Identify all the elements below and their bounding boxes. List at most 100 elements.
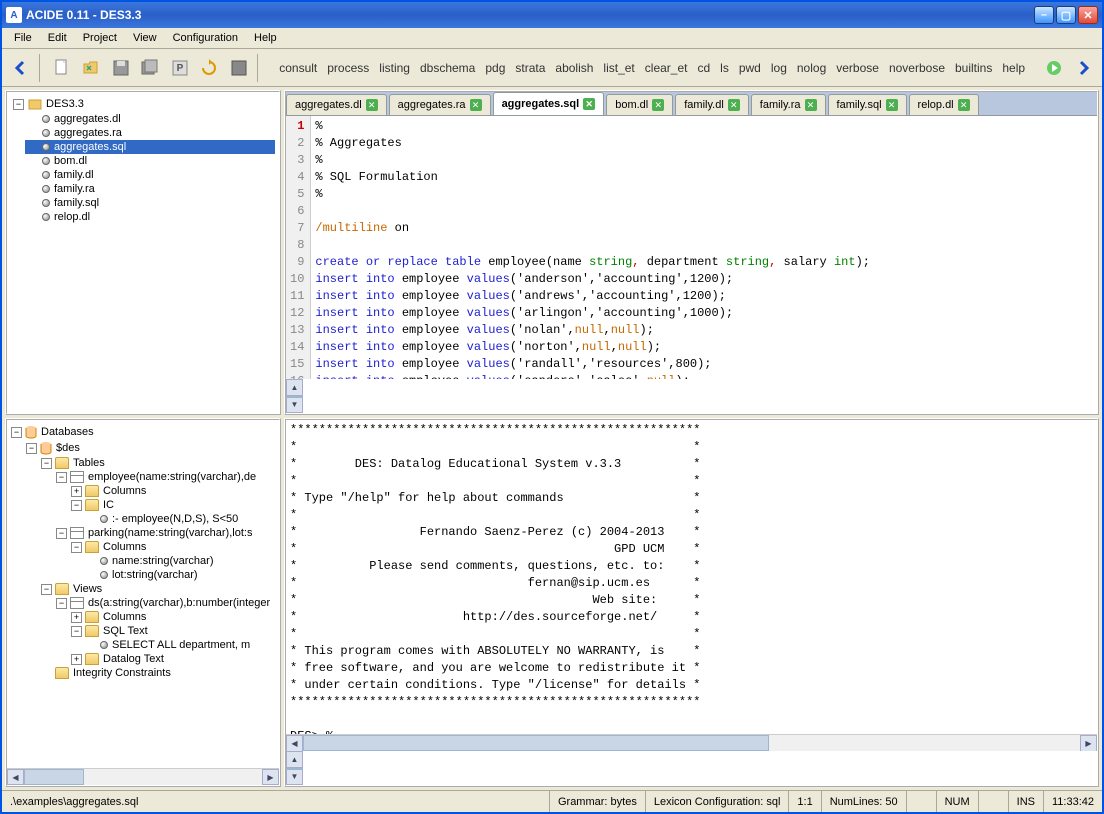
db-tree-node[interactable]: :- employee(N,D,S), S<50	[86, 512, 275, 526]
tab-close-icon[interactable]: ✕	[652, 99, 664, 111]
db-tree-node[interactable]: −employee(name:string(varchar),de	[56, 470, 275, 484]
console-h-scrollbar[interactable]: ◀ ▶	[286, 734, 1097, 751]
db-tree-node[interactable]: −Views	[41, 582, 275, 596]
tab-close-icon[interactable]: ✕	[583, 98, 595, 110]
collapse-icon[interactable]: −	[71, 542, 82, 553]
project-file[interactable]: family.sql	[25, 196, 275, 210]
db-tree-node[interactable]: lot:string(varchar)	[86, 568, 275, 582]
db-tree-node[interactable]: Integrity Constraints	[41, 666, 275, 680]
db-tree-node[interactable]: +Datalog Text	[71, 652, 275, 666]
editor-tab[interactable]: family.sql✕	[828, 94, 907, 115]
db-tree-node[interactable]: −Databases	[11, 424, 275, 440]
tab-close-icon[interactable]: ✕	[958, 99, 970, 111]
tab-close-icon[interactable]: ✕	[470, 99, 482, 111]
collapse-icon[interactable]: −	[26, 443, 37, 454]
db-tree-node[interactable]: SELECT ALL department, m	[86, 638, 275, 652]
menu-help[interactable]: Help	[246, 30, 285, 46]
tab-close-icon[interactable]: ✕	[886, 99, 898, 111]
cmd-strata[interactable]: strata	[511, 59, 549, 77]
db-tree-node[interactable]: −IC	[71, 498, 275, 512]
cmd-clear_et[interactable]: clear_et	[641, 59, 692, 77]
cmd-pdg[interactable]: pdg	[481, 59, 509, 77]
expand-icon[interactable]: +	[71, 654, 82, 665]
db-tree-node[interactable]: +Columns	[71, 484, 275, 498]
cmd-log[interactable]: log	[767, 59, 791, 77]
cmd-abolish[interactable]: abolish	[551, 59, 597, 77]
cmd-verbose[interactable]: verbose	[832, 59, 883, 77]
editor-tab[interactable]: aggregates.dl✕	[286, 94, 387, 115]
scroll-down-icon[interactable]: ▼	[286, 768, 303, 785]
scroll-down-icon[interactable]: ▼	[286, 396, 303, 413]
expand-icon[interactable]: +	[71, 612, 82, 623]
cmd-cd[interactable]: cd	[693, 59, 714, 77]
project-root[interactable]: −DES3.3	[11, 96, 275, 112]
menu-edit[interactable]: Edit	[40, 30, 75, 46]
project-file[interactable]: family.ra	[25, 182, 275, 196]
scroll-left-icon[interactable]: ◀	[7, 769, 24, 785]
db-tree-node[interactable]: −Columns	[71, 540, 275, 554]
collapse-icon[interactable]: −	[41, 584, 52, 595]
db-tree-node[interactable]: −parking(name:string(varchar),lot:s	[56, 526, 275, 540]
menu-file[interactable]: File	[6, 30, 40, 46]
collapse-icon[interactable]: −	[71, 500, 82, 511]
cmd-listing[interactable]: listing	[375, 59, 414, 77]
save-button[interactable]	[108, 54, 133, 82]
project-file[interactable]: relop.dl	[25, 210, 275, 224]
project-file[interactable]: aggregates.ra	[25, 126, 275, 140]
save-project-button[interactable]: P	[167, 54, 192, 82]
cmd-builtins[interactable]: builtins	[951, 59, 996, 77]
db-tree-node[interactable]: −ds(a:string(varchar),b:number(integer	[56, 596, 275, 610]
tab-close-icon[interactable]: ✕	[805, 99, 817, 111]
tab-close-icon[interactable]: ✕	[728, 99, 740, 111]
code-editor[interactable]: 1234567891011121314151617 %% Aggregates%…	[286, 116, 1097, 379]
cmd-process[interactable]: process	[323, 59, 373, 77]
collapse-icon[interactable]: −	[11, 427, 22, 438]
cmd-help[interactable]: help	[998, 59, 1029, 77]
new-file-button[interactable]	[49, 54, 74, 82]
cmd-nolog[interactable]: nolog	[793, 59, 830, 77]
minimize-button[interactable]: –	[1034, 6, 1054, 24]
editor-tab[interactable]: relop.dl✕	[909, 94, 979, 115]
editor-scrollbar[interactable]: ▲ ▼	[286, 379, 303, 413]
db-tree-node[interactable]: −Tables	[41, 456, 275, 470]
cmd-dbschema[interactable]: dbschema	[416, 59, 479, 77]
editor-tab[interactable]: aggregates.ra✕	[389, 94, 491, 115]
db-tree-node[interactable]: −$des	[26, 440, 275, 456]
scroll-right-icon[interactable]: ▶	[262, 769, 279, 785]
back-button[interactable]	[8, 54, 33, 82]
console-output[interactable]: ****************************************…	[286, 420, 1097, 734]
forward-button[interactable]	[1071, 54, 1096, 82]
db-tree-node[interactable]: name:string(varchar)	[86, 554, 275, 568]
cmd-pwd[interactable]: pwd	[735, 59, 765, 77]
cmd-noverbose[interactable]: noverbose	[885, 59, 949, 77]
menu-view[interactable]: View	[125, 30, 165, 46]
editor-tab[interactable]: family.ra✕	[751, 94, 826, 115]
editor-tab[interactable]: aggregates.sql✕	[493, 92, 605, 115]
editor-tab[interactable]: family.dl✕	[675, 94, 749, 115]
project-file[interactable]: family.dl	[25, 168, 275, 182]
collapse-icon[interactable]: −	[56, 528, 67, 539]
console-scrollbar[interactable]: ▲ ▼	[286, 751, 303, 785]
expand-icon[interactable]: +	[71, 486, 82, 497]
cmd-consult[interactable]: consult	[275, 59, 321, 77]
scroll-up-icon[interactable]: ▲	[286, 379, 303, 396]
open-file-button[interactable]	[79, 54, 104, 82]
project-file[interactable]: aggregates.dl	[25, 112, 275, 126]
cmd-list_et[interactable]: list_et	[599, 59, 638, 77]
project-file[interactable]: bom.dl	[25, 154, 275, 168]
stop-button[interactable]	[226, 54, 251, 82]
project-file[interactable]: aggregates.sql	[25, 140, 275, 154]
tab-close-icon[interactable]: ✕	[366, 99, 378, 111]
editor-tab[interactable]: bom.dl✕	[606, 94, 673, 115]
collapse-icon[interactable]: −	[56, 472, 67, 483]
collapse-icon[interactable]: −	[71, 626, 82, 637]
collapse-icon[interactable]: −	[41, 458, 52, 469]
code-content[interactable]: %% Aggregates%% SQL Formulation% /multil…	[311, 116, 874, 379]
close-button[interactable]: ✕	[1078, 6, 1098, 24]
db-tree-node[interactable]: +Columns	[71, 610, 275, 624]
scroll-right-icon[interactable]: ▶	[1080, 735, 1097, 751]
run-button[interactable]	[1041, 54, 1066, 82]
save-all-button[interactable]	[138, 54, 163, 82]
scroll-up-icon[interactable]: ▲	[286, 751, 303, 768]
collapse-icon[interactable]: −	[13, 99, 24, 110]
